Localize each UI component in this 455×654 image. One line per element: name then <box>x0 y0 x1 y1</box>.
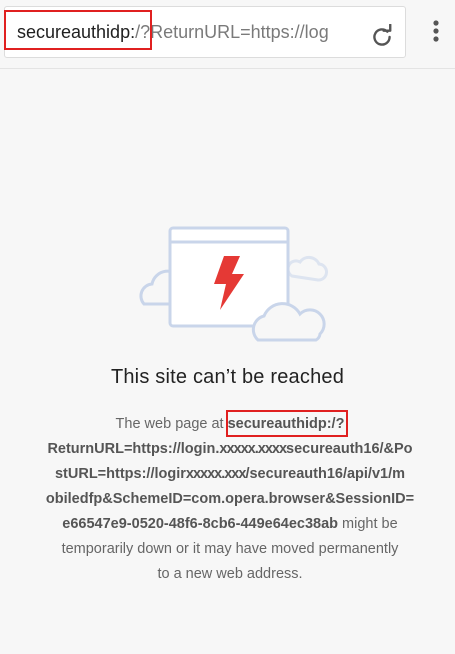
error-url-redacted-2: xxxxx.xxx <box>185 466 247 482</box>
reload-icon[interactable] <box>369 24 395 50</box>
error-url-part5: /secureauth16/api/v1/m <box>245 466 406 482</box>
url-highlight-annotation <box>4 10 152 50</box>
overflow-menu-icon[interactable] <box>424 16 448 46</box>
error-description: The web page at secureauthidp:/? ReturnU… <box>28 412 432 587</box>
url-rest: /?ReturnURL=https://log <box>135 22 329 42</box>
error-url-part2: ReturnURL=https://login. <box>47 441 220 457</box>
browser-toolbar: secureauthidp:/?ReturnURL=https://log <box>0 0 455 69</box>
error-url-part6: obiledfp&SchemeID=com.opera.browser&Sess… <box>45 491 415 507</box>
error-url-redacted: xxxxx.xxxx <box>219 441 287 457</box>
error-url-highlight-annotation <box>226 410 348 437</box>
error-suffix-3: to a new web address. <box>157 566 303 582</box>
error-url-part4: stURL=https://logir <box>54 466 186 482</box>
error-url-part7: e66547e9-0520-48f6-8cb6-449e64ec38ab <box>62 516 339 532</box>
error-suffix-1: might be <box>338 516 398 532</box>
error-url-part3: secureauth16/&Po <box>286 441 413 457</box>
error-prefix: The web page at <box>115 416 224 432</box>
error-title: This site can’t be reached <box>110 366 345 388</box>
error-suffix-2: temporarily down or it may have moved pe… <box>61 541 399 557</box>
broken-page-cloud-icon <box>139 226 328 342</box>
